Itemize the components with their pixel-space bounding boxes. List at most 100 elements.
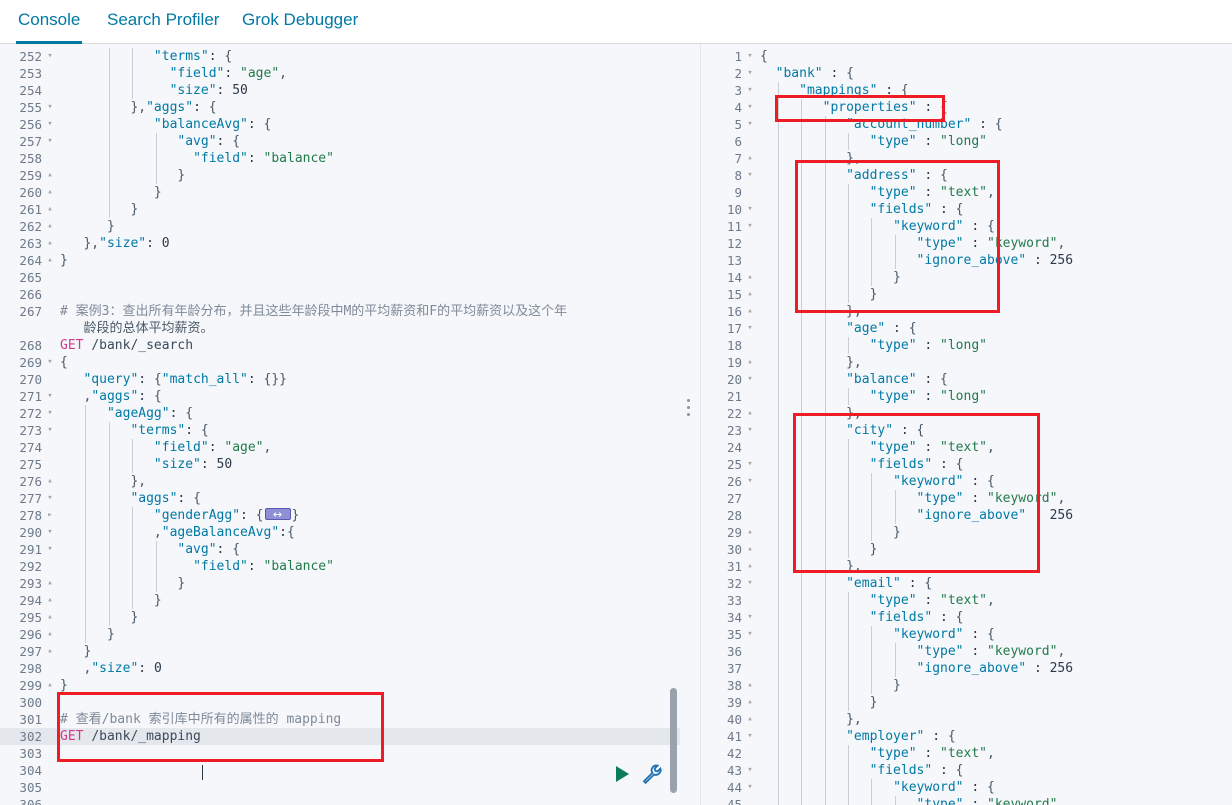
code-line[interactable]: 14 ▴ } [700, 269, 1232, 286]
fold-toggle-icon[interactable]: ▾ [44, 524, 56, 541]
fold-toggle-icon[interactable]: ▾ [744, 779, 756, 796]
fold-toggle-icon[interactable]: ▾ [44, 133, 56, 150]
code-line[interactable]: 20 ▾ "balance" : { [700, 371, 1232, 388]
fold-toggle-icon[interactable]: ▴ [44, 609, 56, 626]
fold-toggle-icon[interactable]: ▾ [44, 405, 56, 422]
code-line[interactable]: 21 "type" : "long" [700, 388, 1232, 405]
fold-toggle-icon[interactable]: ▾ [44, 48, 56, 65]
code-line[interactable]: 278▸ "genderAgg": {} [0, 506, 680, 524]
fold-toggle-icon[interactable]: ▴ [44, 677, 56, 694]
code-line[interactable]: 275 "size": 50 [0, 456, 680, 473]
code-line[interactable]: 27 "type" : "keyword", [700, 490, 1232, 507]
code-line[interactable]: 26 ▾ "keyword" : { [700, 473, 1232, 490]
code-line[interactable]: 252 ▾ "terms": { [0, 48, 680, 65]
code-line[interactable]: 296 ▴ } [0, 626, 680, 643]
code-line[interactable]: 13 "ignore_above" : 256 [700, 252, 1232, 269]
code-line[interactable]: 37 "ignore_above" : 256 [700, 660, 1232, 677]
code-line[interactable]: 300 [0, 694, 680, 711]
fold-toggle-icon[interactable]: ▴ [44, 643, 56, 660]
send-request-play-icon[interactable] [616, 766, 629, 782]
pane-resize-divider[interactable] [680, 44, 700, 805]
code-line[interactable]: 265 [0, 269, 680, 286]
code-line[interactable]: 28 "ignore_above" : 256 [700, 507, 1232, 524]
code-line[interactable]: 255 ▾ },"aggs": { [0, 99, 680, 116]
code-line[interactable]: 297 ▴ } [0, 643, 680, 660]
code-line[interactable]: 9 "type" : "text", [700, 184, 1232, 201]
code-line[interactable]: 253 "field": "age", [0, 65, 680, 82]
code-line[interactable]: 299 ▴} [0, 677, 680, 694]
code-line[interactable]: 292 "field": "balance" [0, 558, 680, 575]
code-line[interactable]: 1 ▾ { [700, 48, 1232, 65]
code-line[interactable]: 269 ▾ { [0, 354, 680, 371]
drag-handle-icon[interactable] [687, 399, 691, 417]
code-line[interactable]: 33 "type" : "text", [700, 592, 1232, 609]
tab-search-profiler[interactable]: Search Profiler [97, 0, 229, 44]
fold-toggle-icon[interactable]: ▾ [44, 490, 56, 507]
fold-toggle-icon[interactable]: ▾ [44, 354, 56, 371]
code-line[interactable]: 290 ▾ ,"ageBalanceAvg":{ [0, 524, 680, 541]
code-line[interactable]: 45 "type" : "keyword", [700, 796, 1232, 805]
code-line[interactable]: 43 ▾ "fields" : { [700, 762, 1232, 779]
fold-toggle-icon[interactable]: ▾ [744, 371, 756, 388]
code-line[interactable]: 257 ▾ "avg": { [0, 133, 680, 150]
fold-toggle-icon[interactable]: ▴ [44, 167, 56, 184]
fold-toggle-icon[interactable]: ▴ [744, 354, 756, 371]
collapsed-region-badge[interactable] [264, 506, 291, 523]
request-editor-pane[interactable]: 252 ▾ "terms": {253 "field": "age", 254 "s… [0, 44, 680, 805]
fold-toggle-icon[interactable]: ▴ [744, 694, 756, 711]
fold-toggle-icon[interactable]: ▾ [744, 65, 756, 82]
code-line[interactable]: 6 "type" : "long" [700, 133, 1232, 150]
response-viewer-pane[interactable]: 1 ▾{2 ▾ "bank" : {3 ▾ "mappings" : {4 ▾ "pro… [700, 44, 1232, 805]
code-line[interactable]: 267 # 案例3：查出所有年龄分布，并且这些年龄段中M的平均薪资和F的平均薪资以… [0, 303, 680, 320]
code-line[interactable]: 293 ▴ } [0, 575, 680, 592]
code-line[interactable]: 17 ▾ "age" : { [700, 320, 1232, 337]
code-line[interactable]: 260 ▴ } [0, 184, 680, 201]
code-line[interactable]: 272 ▾ "ageAgg": { [0, 405, 680, 422]
fold-toggle-icon[interactable]: ▾ [744, 48, 756, 65]
code-line[interactable]: 25 ▾ "fields" : { [700, 456, 1232, 473]
code-line[interactable]: 306 [0, 796, 680, 805]
fold-toggle-icon[interactable]: ▴ [744, 150, 756, 167]
code-line[interactable]: 264 ▴} [0, 252, 680, 269]
code-line[interactable]: 254 "size": 50 [0, 82, 680, 99]
code-line[interactable]: 18 "type" : "long" [700, 337, 1232, 354]
code-line[interactable]: 11 ▾ "keyword" : { [700, 218, 1232, 235]
code-line[interactable]: 42 "type" : "text", [700, 745, 1232, 762]
fold-toggle-icon[interactable]: ▾ [44, 99, 56, 116]
fold-toggle-icon[interactable]: ▴ [44, 184, 56, 201]
code-line[interactable]: 16 ▴ }, [700, 303, 1232, 320]
code-line[interactable]: 44 ▾ "keyword" : { [700, 779, 1232, 796]
fold-toggle-icon[interactable]: ▴ [44, 626, 56, 643]
code-line[interactable]: 261 ▴ } [0, 201, 680, 218]
code-line[interactable]: 4 ▾ "properties" : { [700, 99, 1232, 116]
fold-toggle-icon[interactable]: ▴ [744, 524, 756, 541]
code-line[interactable]: 5 ▾ "account_number" : { [700, 116, 1232, 133]
fold-toggle-icon[interactable]: ▴ [744, 677, 756, 694]
fold-toggle-icon[interactable]: ▴ [744, 303, 756, 320]
fold-toggle-icon[interactable]: ▾ [744, 728, 756, 745]
code-line[interactable]: 29 ▴ } [700, 524, 1232, 541]
fold-toggle-icon[interactable]: ▴ [44, 575, 56, 592]
code-line[interactable]: 268 GET /bank/_search [0, 337, 680, 354]
fold-toggle-icon[interactable]: ▾ [44, 541, 56, 558]
fold-toggle-icon[interactable]: ▾ [744, 82, 756, 99]
fold-toggle-icon[interactable]: ▴ [44, 252, 56, 269]
code-line[interactable]: 22 ▴ }, [700, 405, 1232, 422]
code-line[interactable]: 38 ▴ } [700, 677, 1232, 694]
code-line[interactable]: 3 ▾ "mappings" : { [700, 82, 1232, 99]
fold-toggle-icon[interactable]: ▴ [744, 286, 756, 303]
fold-toggle-icon[interactable]: ▾ [44, 422, 56, 439]
code-line[interactable]: 10 ▾ "fields" : { [700, 201, 1232, 218]
code-line[interactable]: 304 [0, 762, 680, 779]
fold-toggle-icon[interactable]: ▾ [44, 388, 56, 405]
fold-toggle-icon[interactable]: ▴ [744, 541, 756, 558]
response-code-lines[interactable]: 1 ▾{2 ▾ "bank" : {3 ▾ "mappings" : {4 ▾ "pro… [700, 48, 1232, 805]
code-line[interactable]: 32 ▾ "email" : { [700, 575, 1232, 592]
code-line[interactable]: 271 ▾ ,"aggs": { [0, 388, 680, 405]
fold-toggle-icon[interactable]: ▾ [744, 218, 756, 235]
code-line[interactable]: 262 ▴ } [0, 218, 680, 235]
code-line[interactable]: 276 ▴ }, [0, 473, 680, 490]
tab-console[interactable]: Console [8, 0, 90, 44]
code-line[interactable]: 277 ▾ "aggs": { [0, 490, 680, 507]
code-line[interactable]: 2 ▾ "bank" : { [700, 65, 1232, 82]
